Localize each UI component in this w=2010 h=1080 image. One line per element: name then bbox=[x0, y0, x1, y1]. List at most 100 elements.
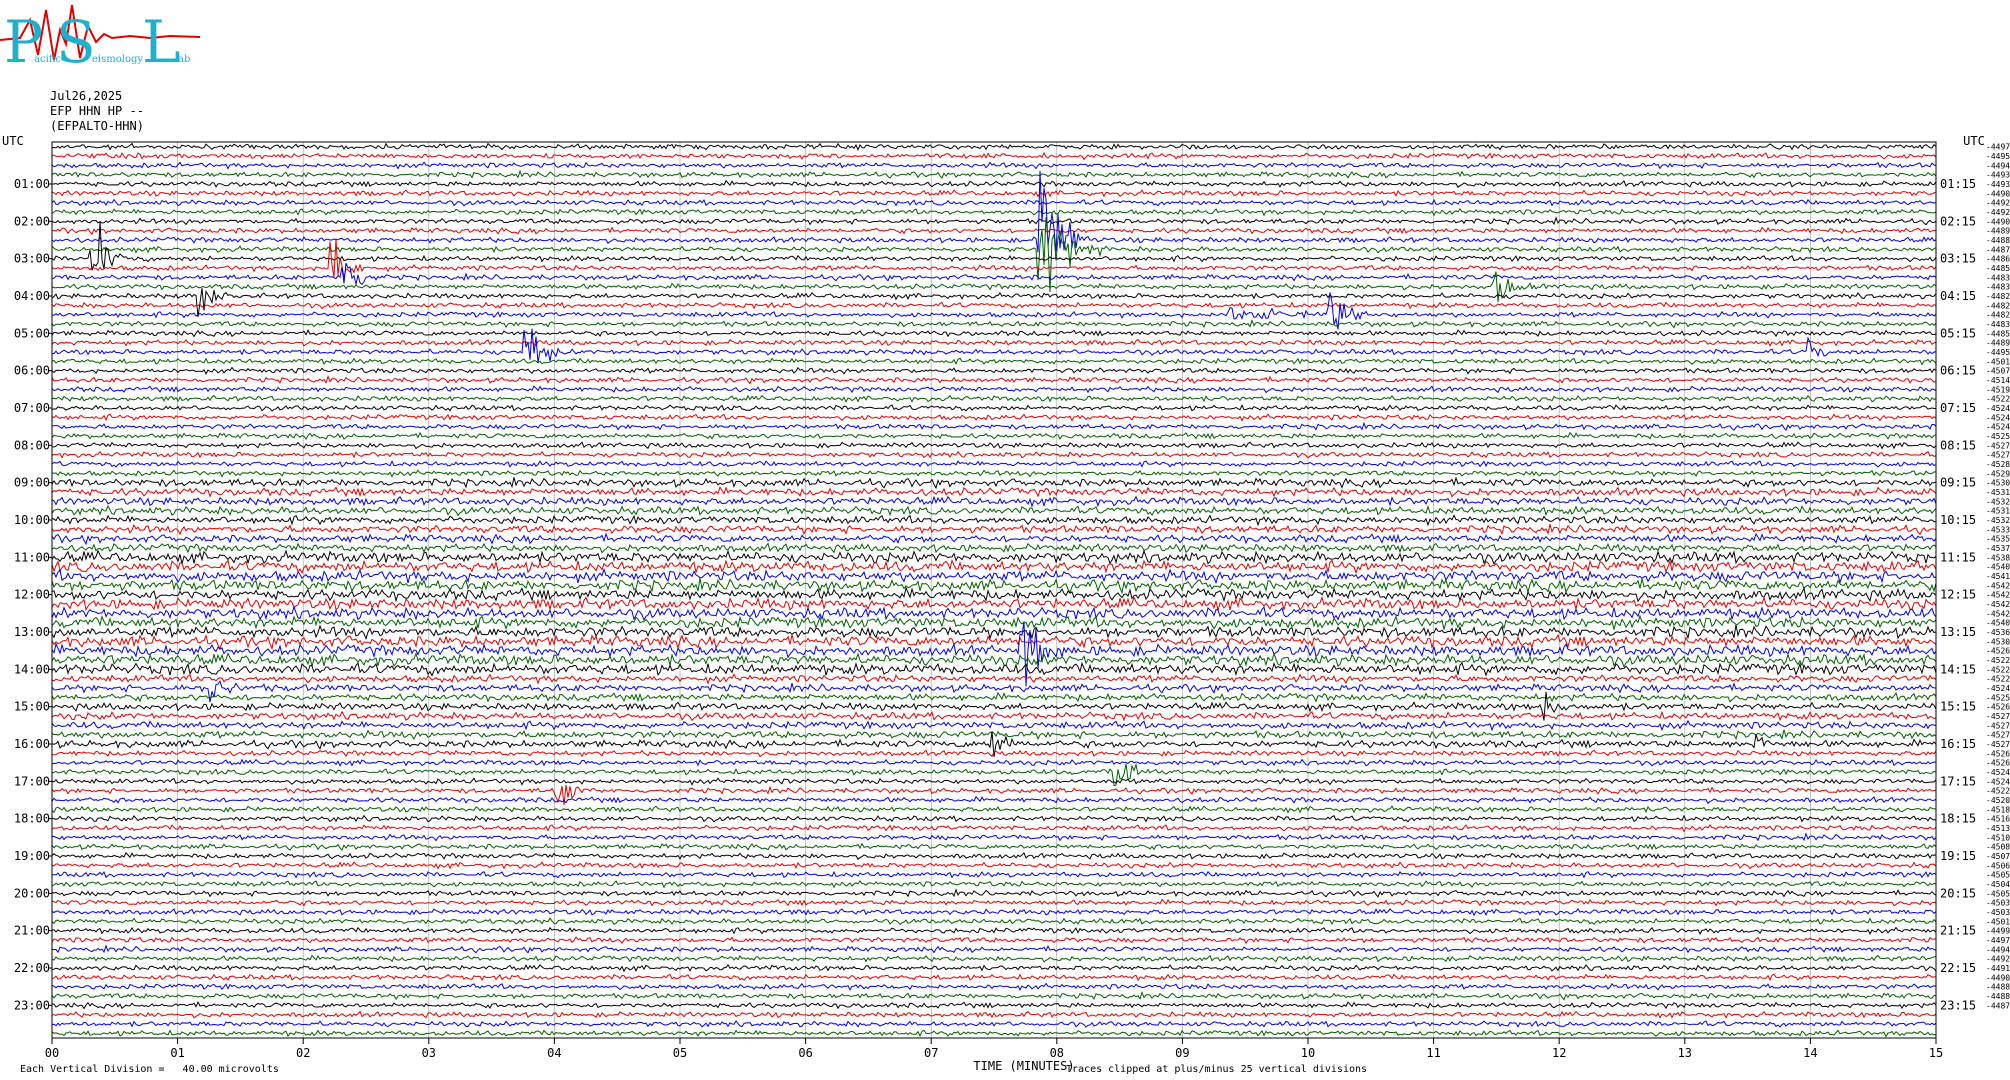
seismic-trace bbox=[51, 189, 1937, 198]
seismic-trace bbox=[51, 329, 1937, 338]
seismic-trace bbox=[51, 542, 1937, 554]
left-axis-title: UTC bbox=[2, 134, 24, 148]
seismic-trace bbox=[51, 577, 1937, 595]
right-trace-offset: -45415 bbox=[1986, 572, 2010, 581]
right-hour-label: 23:15 bbox=[1940, 998, 1976, 1012]
right-hour-label: 04:15 bbox=[1940, 289, 1976, 303]
seismic-trace bbox=[51, 814, 1937, 823]
seismic-trace bbox=[51, 1001, 1937, 1010]
right-trace-offset: -44931 bbox=[1986, 180, 2010, 189]
right-trace-offset: -45241 bbox=[1986, 777, 2010, 786]
seismic-trace bbox=[51, 319, 1937, 329]
x-tick-label: 00 bbox=[45, 1046, 59, 1060]
right-trace-offset: -45072 bbox=[1986, 852, 2010, 861]
x-tick-label: 07 bbox=[924, 1046, 938, 1060]
right-trace-offset: -45038 bbox=[1986, 908, 2010, 917]
left-hour-label: 16:00 bbox=[14, 737, 50, 751]
right-trace-offset: -45323 bbox=[1986, 516, 2010, 525]
right-trace-offset: -45246 bbox=[1986, 423, 2010, 432]
right-trace-offset: -44908 bbox=[1986, 189, 2010, 198]
left-hour-label: 02:00 bbox=[14, 214, 50, 228]
seismic-trace bbox=[51, 385, 1937, 394]
right-trace-offset: -45421 bbox=[1986, 581, 2010, 590]
right-trace-offset: -45249 bbox=[1986, 768, 2010, 777]
seismic-trace bbox=[51, 719, 1937, 732]
right-trace-offset: -45226 bbox=[1986, 395, 2010, 404]
right-hour-label: 08:15 bbox=[1940, 438, 1976, 452]
left-hour-label: 08:00 bbox=[14, 438, 50, 452]
seismic-trace bbox=[51, 469, 1937, 478]
right-hour-label: 17:15 bbox=[1940, 774, 1976, 788]
left-hour-label: 09:00 bbox=[14, 476, 50, 490]
right-trace-offset: -45293 bbox=[1986, 469, 2010, 478]
x-tick-label: 15 bbox=[1929, 1046, 1943, 1060]
x-tick-label: 05 bbox=[673, 1046, 687, 1060]
right-hour-label: 05:15 bbox=[1940, 326, 1976, 340]
right-trace-offset: -45256 bbox=[1986, 693, 2010, 702]
left-hour-label: 18:00 bbox=[14, 812, 50, 826]
seismic-trace bbox=[51, 151, 1937, 161]
left-hour-label: 20:00 bbox=[14, 886, 50, 900]
seismic-trace bbox=[51, 870, 1937, 879]
seismic-trace bbox=[51, 208, 1937, 217]
seismic-trace bbox=[51, 288, 1937, 317]
right-hour-label: 01:15 bbox=[1940, 177, 1976, 191]
seismic-trace bbox=[51, 301, 1937, 310]
seismic-trace bbox=[51, 338, 1937, 347]
right-trace-offset: -44835 bbox=[1986, 283, 2010, 292]
trace-group bbox=[51, 142, 1937, 1038]
seismic-trace bbox=[51, 777, 1937, 786]
seismic-trace bbox=[51, 680, 1937, 703]
right-trace-offset: -44837 bbox=[1986, 273, 2010, 282]
seismic-trace bbox=[51, 944, 1937, 954]
seismic-trace bbox=[51, 795, 1937, 804]
x-tick-label: 12 bbox=[1552, 1046, 1566, 1060]
right-hour-label: 10:15 bbox=[1940, 513, 1976, 527]
helicorder-chart: 00 01 02 03 04 05 06 07 08 09 10 11 12 13 14 15 UTC 01:00… bbox=[2, 134, 2010, 1073]
right-axis-title: UTC bbox=[1963, 134, 1985, 148]
seismic-trace bbox=[51, 729, 1937, 741]
right-trace-offset: -44858 bbox=[1986, 329, 2010, 338]
right-trace-offset: -45205 bbox=[1986, 796, 2010, 805]
right-hour-label: 11:15 bbox=[1940, 550, 1976, 564]
right-trace-offset: -45224 bbox=[1986, 787, 2010, 796]
seismic-trace bbox=[51, 198, 1937, 207]
seismic-trace bbox=[51, 784, 1937, 806]
right-trace-offset: -45104 bbox=[1986, 833, 2010, 842]
seismic-trace bbox=[51, 824, 1937, 833]
x-tick-label: 06 bbox=[798, 1046, 812, 1060]
seismic-trace bbox=[51, 851, 1937, 860]
seismic-trace bbox=[51, 413, 1937, 422]
seismic-trace bbox=[51, 651, 1937, 668]
seismic-trace bbox=[51, 495, 1937, 508]
left-hour-label: 19:00 bbox=[14, 849, 50, 863]
x-tick-label: 01 bbox=[170, 1046, 184, 1060]
seismic-trace bbox=[51, 805, 1937, 814]
seismic-trace bbox=[51, 710, 1937, 722]
right-trace-offset: -44923 bbox=[1986, 199, 2010, 208]
right-hour-label: 13:15 bbox=[1940, 625, 1976, 639]
seismic-trace bbox=[51, 991, 1937, 1001]
right-trace-offset: -45265 bbox=[1986, 647, 2010, 656]
right-trace-offset: -45424 bbox=[1986, 591, 2010, 600]
x-tick-label: 03 bbox=[422, 1046, 436, 1060]
seismic-trace bbox=[51, 586, 1937, 603]
right-trace-offset: -44871 bbox=[1986, 1001, 2010, 1010]
seismic-trace bbox=[51, 614, 1937, 631]
seismic-trace bbox=[52, 179, 1937, 188]
right-trace-offset: -45255 bbox=[1986, 432, 2010, 441]
left-hour-label: 04:00 bbox=[14, 289, 50, 303]
right-trace-offset: -44916 bbox=[1986, 964, 2010, 973]
right-trace-offset: -44904 bbox=[1986, 973, 2010, 982]
seismic-trace bbox=[51, 485, 1937, 498]
seismic-trace bbox=[51, 661, 1937, 677]
seismic-trace bbox=[51, 421, 1937, 432]
right-trace-offset: -45056 bbox=[1986, 889, 2010, 898]
seismic-trace bbox=[51, 758, 1936, 767]
seismic-trace bbox=[51, 964, 1937, 973]
right-trace-offset: -44908 bbox=[1986, 217, 2010, 226]
left-hour-label: 03:00 bbox=[14, 252, 50, 266]
seismic-trace bbox=[51, 888, 1937, 898]
left-hour-label: 17:00 bbox=[14, 774, 50, 788]
right-trace-offset: -45270 bbox=[1986, 441, 2010, 450]
